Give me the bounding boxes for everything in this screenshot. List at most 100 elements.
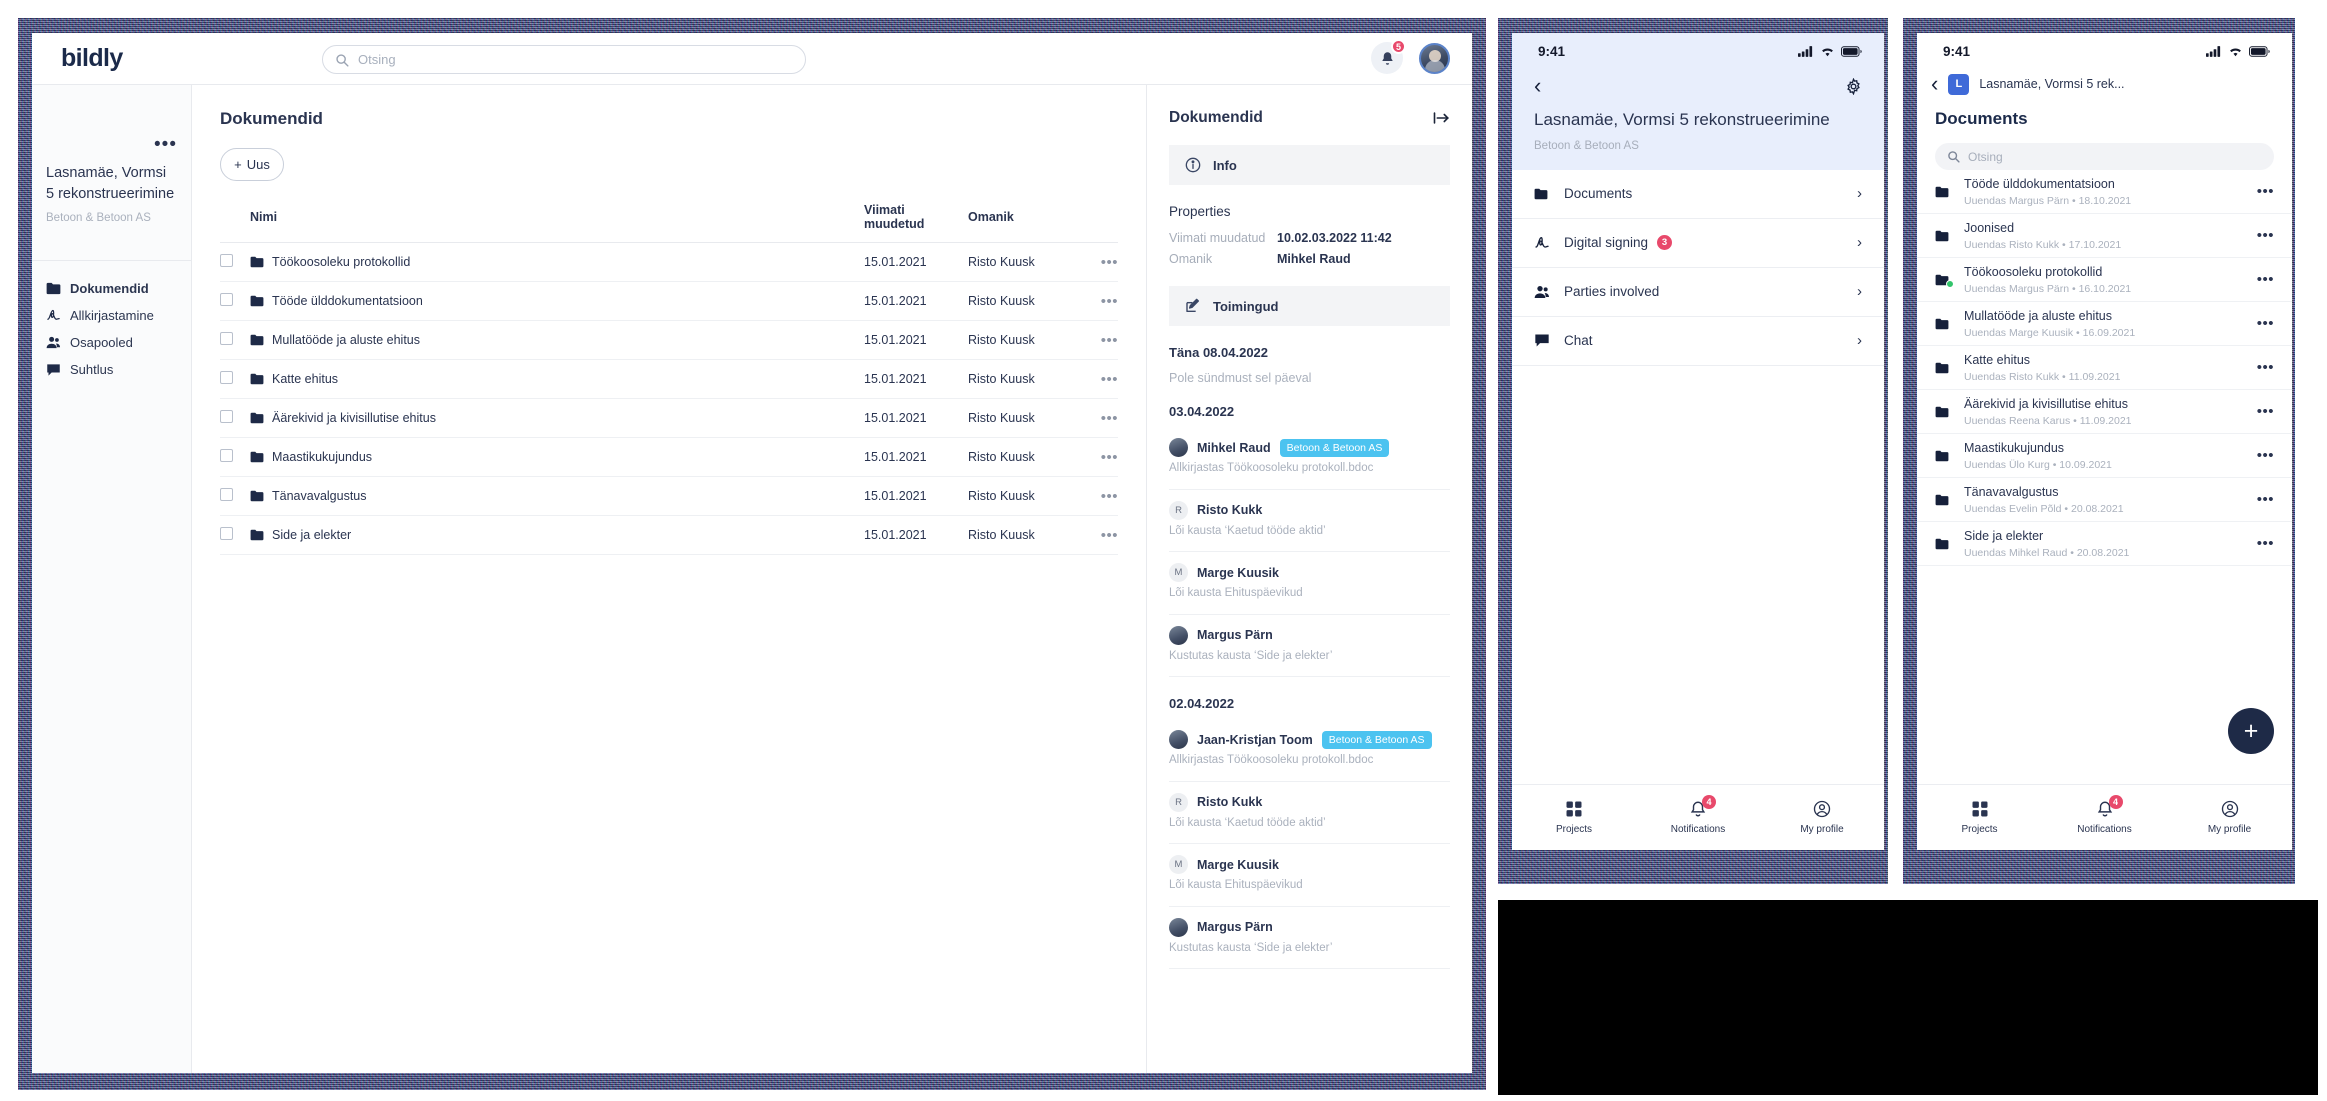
document-list-item[interactable]: Mullatööde ja aluste ehitus Uuendas Marge… bbox=[1917, 302, 2292, 346]
phone1-menu-item-parties-involved[interactable]: Parties involved › bbox=[1512, 268, 1884, 317]
row-more-button[interactable]: ••• bbox=[1101, 332, 1118, 349]
document-more-button[interactable]: ••• bbox=[2257, 447, 2274, 464]
tab-projects[interactable]: Projects bbox=[1512, 800, 1636, 835]
tab-actions[interactable]: Toimingud bbox=[1169, 286, 1450, 326]
sidebar-item-dokumendid[interactable]: Dokumendid bbox=[32, 275, 191, 302]
row-more-button[interactable]: ••• bbox=[1101, 488, 1118, 505]
property-modified: Viimati muudatud 10.02.03.2022 11:42 bbox=[1169, 231, 1450, 245]
battery-icon bbox=[2249, 45, 2270, 57]
row-checkbox[interactable] bbox=[220, 449, 233, 462]
desktop-app-window: bildly 5 ••• Lasnamäe, Vormsi 5 bbox=[32, 33, 1472, 1073]
row-actions-cell: ••• bbox=[1088, 515, 1118, 555]
battery-icon bbox=[1841, 45, 1862, 57]
row-checkbox[interactable] bbox=[220, 410, 233, 423]
document-more-button[interactable]: ••• bbox=[2257, 315, 2274, 332]
document-list-item[interactable]: Katte ehitus Uuendas Risto Kukk • 11.09.2… bbox=[1917, 346, 2292, 390]
tab-info[interactable]: Info bbox=[1169, 145, 1450, 185]
document-more-button[interactable]: ••• bbox=[2257, 403, 2274, 420]
document-list-item[interactable]: Maastikukujundus Uuendas Ülo Kurg • 10.09… bbox=[1917, 434, 2292, 478]
app-body: ••• Lasnamäe, Vormsi 5 rekonstrueerimine… bbox=[32, 85, 1472, 1073]
user-avatar[interactable] bbox=[1419, 42, 1450, 74]
row-checkbox[interactable] bbox=[220, 254, 233, 267]
row-more-button[interactable]: ••• bbox=[1101, 254, 1118, 271]
document-more-button[interactable]: ••• bbox=[2257, 491, 2274, 508]
row-more-button[interactable]: ••• bbox=[1101, 527, 1118, 544]
phone1-menu-item-documents[interactable]: Documents › bbox=[1512, 170, 1884, 219]
row-name-cell[interactable]: Tänavavalgustus bbox=[250, 476, 864, 516]
table-row[interactable]: Maastikukujundus 15.01.2021 Risto Kuusk ••• bbox=[220, 437, 1118, 477]
table-row[interactable]: Töökoosoleku protokollid 15.01.2021 Risto … bbox=[220, 242, 1118, 282]
document-list-item[interactable]: Töökoosoleku protokollid Uuendas Margus P… bbox=[1917, 258, 2292, 302]
document-more-button[interactable]: ••• bbox=[2257, 271, 2274, 288]
search-input[interactable] bbox=[358, 52, 793, 67]
status-time: 9:41 bbox=[1538, 43, 1566, 59]
row-name-cell[interactable]: Tööde ülddokumentatsioon bbox=[250, 281, 864, 321]
avatar bbox=[1169, 730, 1188, 750]
row-checkbox[interactable] bbox=[220, 332, 233, 345]
row-more-button[interactable]: ••• bbox=[1101, 449, 1118, 466]
new-button[interactable]: + Uus bbox=[220, 148, 284, 181]
phone-mockup-project-menu: 9:41 ‹ Lasnamäe, Vormsi 5 rekonstrueerim… bbox=[1512, 33, 1884, 850]
document-more-button[interactable]: ••• bbox=[2257, 227, 2274, 244]
table-row[interactable]: Tööde ülddokumentatsioon 15.01.2021 Risto … bbox=[220, 281, 1118, 321]
activity-item: Margus Pärn Kustutas kausta ‘Side ja elek… bbox=[1169, 907, 1450, 970]
phone1-menu-item-digital-signing[interactable]: Digital signing 3 › bbox=[1512, 219, 1884, 268]
main-content: Dokumendid + Uus Nimi Viimati muudetud O… bbox=[192, 85, 1147, 1073]
document-list-item[interactable]: Tänavavalgustus Uuendas Evelin Põld • 20.… bbox=[1917, 478, 2292, 522]
row-name-cell[interactable]: Maastikukujundus bbox=[250, 437, 864, 477]
chevron-right-icon: › bbox=[1857, 283, 1862, 301]
document-list-item[interactable]: Joonised Uuendas Risto Kukk • 17.10.2021 •… bbox=[1917, 214, 2292, 258]
add-document-fab[interactable]: + bbox=[2228, 708, 2274, 754]
row-more-button[interactable]: ••• bbox=[1101, 293, 1118, 310]
sidebar-item-label: Allkirjastamine bbox=[70, 308, 154, 324]
row-checkbox[interactable] bbox=[220, 527, 233, 540]
document-list-item[interactable]: Äärekivid ja kivisillutise ehitus Uuendas… bbox=[1917, 390, 2292, 434]
row-checkbox[interactable] bbox=[220, 371, 233, 384]
sidebar-item-allkirjastamine[interactable]: Allkirjastamine bbox=[32, 302, 191, 329]
table-row[interactable]: Tänavavalgustus 15.01.2021 Risto Kuusk ••• bbox=[220, 476, 1118, 516]
sidebar-item-suhtlus[interactable]: Suhtlus bbox=[32, 356, 191, 383]
back-button[interactable]: ‹ bbox=[1931, 73, 1938, 95]
col-owner[interactable]: Omanik bbox=[968, 203, 1088, 243]
col-name[interactable]: Nimi bbox=[250, 203, 864, 243]
document-more-button[interactable]: ••• bbox=[2257, 183, 2274, 200]
row-checkbox[interactable] bbox=[220, 488, 233, 501]
col-modified[interactable]: Viimati muudetud bbox=[864, 203, 968, 243]
sidebar-more-button[interactable]: ••• bbox=[154, 135, 177, 154]
row-checkbox[interactable] bbox=[220, 293, 233, 306]
search-icon bbox=[1947, 150, 1960, 163]
menu-item-label: Chat bbox=[1564, 333, 1593, 349]
breadcrumb[interactable]: Lasnamäe, Vormsi 5 rek... bbox=[1979, 77, 2124, 91]
row-name-cell[interactable]: Mullatööde ja aluste ehitus bbox=[250, 320, 864, 360]
settings-gear-icon[interactable] bbox=[1845, 77, 1862, 95]
phone2-search-bar[interactable]: Otsing bbox=[1935, 143, 2274, 170]
notifications-button[interactable]: 5 bbox=[1371, 39, 1406, 74]
document-list-item[interactable]: Side ja elekter Uuendas Mihkel Raud • 20.… bbox=[1917, 522, 2292, 566]
phone1-menu-item-chat[interactable]: Chat › bbox=[1512, 317, 1884, 366]
sidebar-item-osapooled[interactable]: Osapooled bbox=[32, 329, 191, 356]
document-more-button[interactable]: ••• bbox=[2257, 359, 2274, 376]
app-logo[interactable]: bildly bbox=[61, 44, 123, 73]
row-name-cell[interactable]: Side ja elekter bbox=[250, 515, 864, 555]
tab-projects[interactable]: Projects bbox=[1917, 800, 2042, 835]
document-list-item[interactable]: Tööde ülddokumentatsioon Uuendas Margus P… bbox=[1917, 170, 2292, 214]
table-row[interactable]: Side ja elekter 15.01.2021 Risto Kuusk ••• bbox=[220, 515, 1118, 555]
row-checkbox-cell bbox=[220, 320, 250, 360]
search-bar[interactable] bbox=[322, 45, 806, 74]
document-more-button[interactable]: ••• bbox=[2257, 535, 2274, 552]
tab-my-profile[interactable]: My profile bbox=[2167, 800, 2292, 835]
tab-my-profile[interactable]: My profile bbox=[1760, 800, 1884, 835]
row-name-cell[interactable]: Äärekivid ja kivisillutise ehitus bbox=[250, 398, 864, 438]
row-name-cell[interactable]: Katte ehitus bbox=[250, 359, 864, 399]
table-row[interactable]: Mullatööde ja aluste ehitus 15.01.2021 Ris… bbox=[220, 320, 1118, 360]
row-more-button[interactable]: ••• bbox=[1101, 410, 1118, 427]
bottom-black-area bbox=[1498, 900, 2318, 1095]
row-more-button[interactable]: ••• bbox=[1101, 371, 1118, 388]
collapse-panel-icon[interactable] bbox=[1433, 111, 1450, 125]
tab-notifications[interactable]: 4 Notifications bbox=[1636, 795, 1760, 835]
row-name-cell[interactable]: Töökoosoleku protokollid bbox=[250, 242, 864, 282]
table-row[interactable]: Katte ehitus 15.01.2021 Risto Kuusk ••• bbox=[220, 359, 1118, 399]
tab-notifications[interactable]: 4 Notifications bbox=[2042, 795, 2167, 835]
back-button[interactable]: ‹ bbox=[1534, 75, 1541, 97]
table-row[interactable]: Äärekivid ja kivisillutise ehitus 15.01.2… bbox=[220, 398, 1118, 438]
